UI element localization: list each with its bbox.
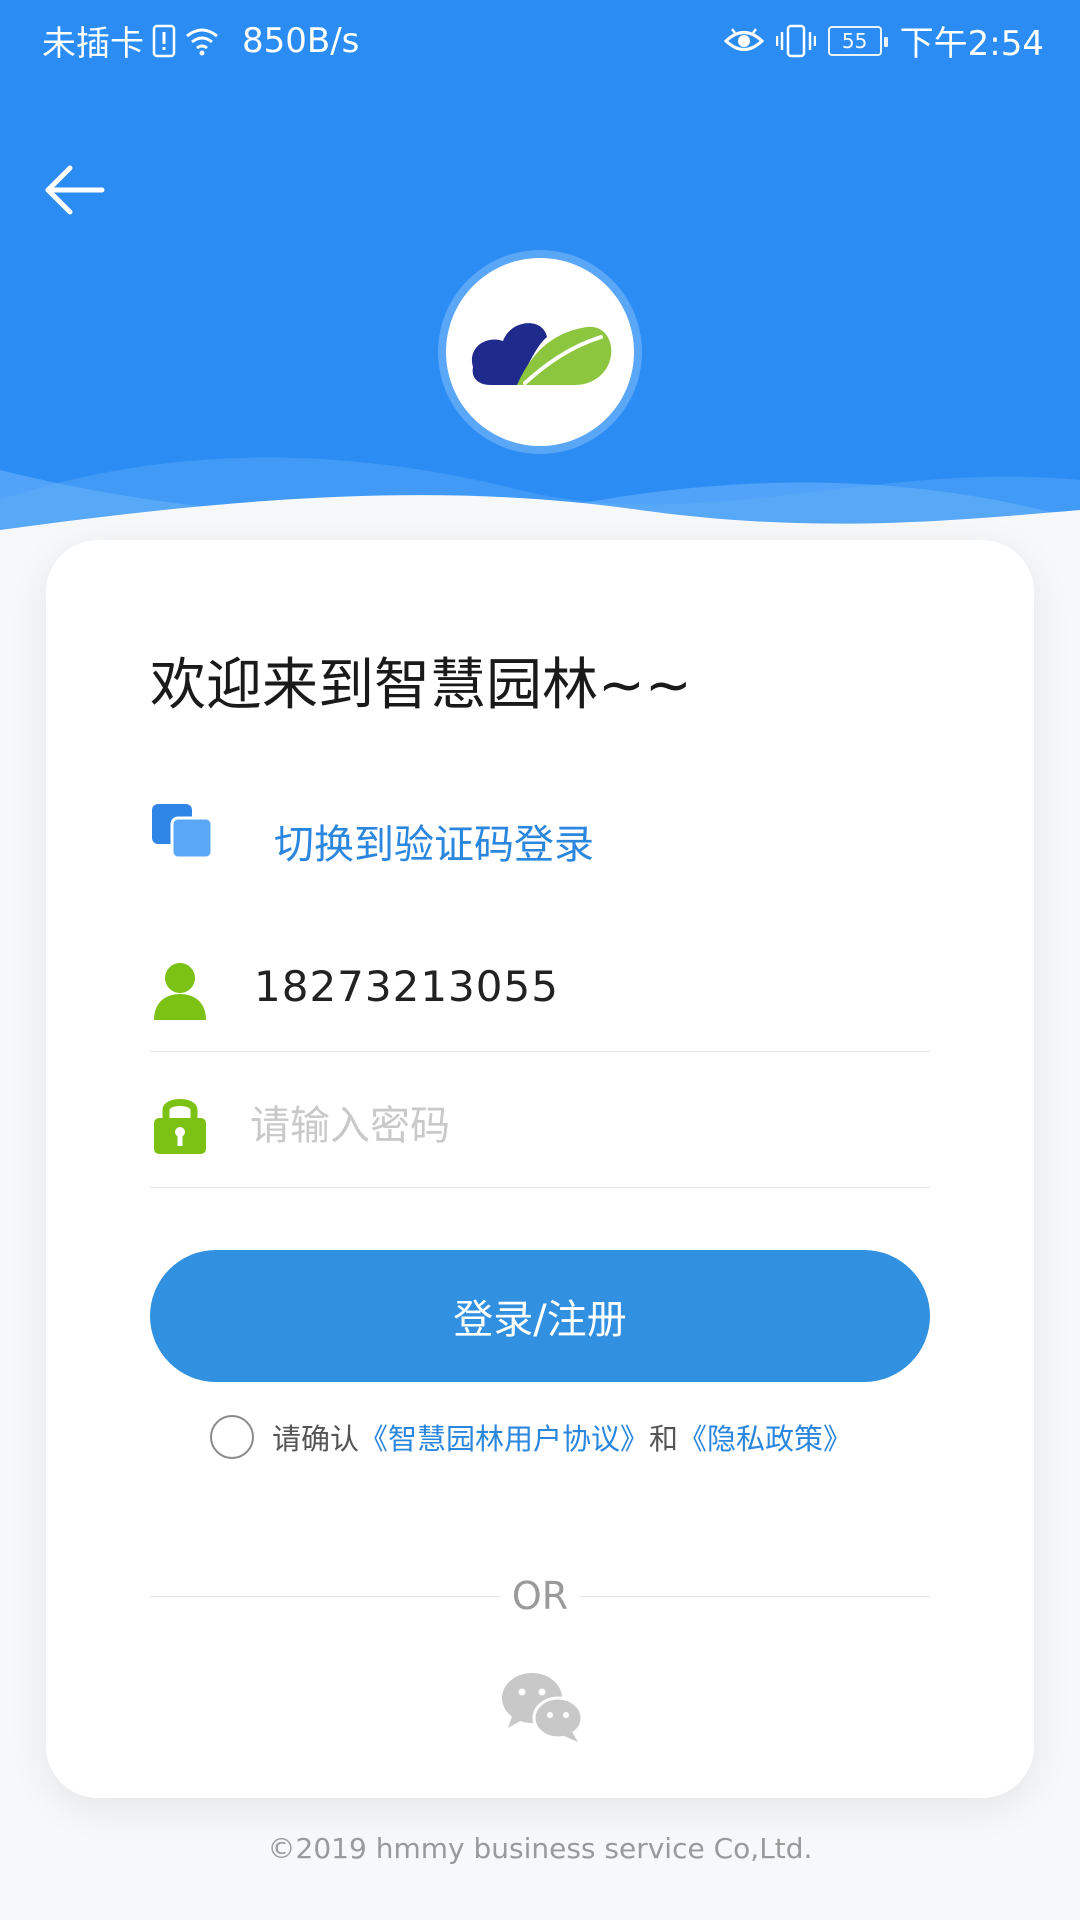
switch-login-label: 切换到验证码登录 [274, 822, 594, 868]
wechat-login-button[interactable] [500, 1670, 584, 1744]
sim-alert-icon [152, 24, 176, 58]
switch-login-icon [150, 802, 214, 864]
divider-line-right [580, 1596, 930, 1597]
login-card: 欢迎来到智慧园林~~ 切换到验证码登录 18273213055 登录/注册 请确… [46, 540, 1034, 1798]
copyright-footer: ©2019 hmmy business service Co,Ltd. [267, 1832, 813, 1865]
wechat-icon [502, 1673, 584, 1742]
password-field[interactable] [150, 1076, 930, 1188]
battery-icon: 55 [827, 25, 888, 56]
phone-value: 18273213055 [254, 962, 559, 1011]
or-divider: OR [150, 1574, 930, 1618]
clock-time: 下午2:54 [899, 24, 1044, 64]
phone-field[interactable]: 18273213055 [150, 940, 930, 1052]
cloud-leaf-logo [471, 323, 612, 385]
user-icon [152, 960, 208, 1026]
carrier-text: 未插卡 [42, 24, 144, 64]
lock-icon [152, 1092, 208, 1160]
agreement-row: 请确认 《智慧园林用户协议》 和 《隐私政策》 [210, 1412, 910, 1462]
eye-icon [723, 26, 764, 56]
password-input[interactable] [250, 1094, 890, 1158]
privacy-policy-link[interactable]: 《隐私政策》 [678, 1416, 852, 1458]
back-button[interactable] [42, 160, 106, 220]
arrow-left-icon [45, 165, 105, 215]
wifi-icon [184, 26, 220, 56]
status-bar: 未插卡 850B/s 55 下午2:54 [0, 0, 1080, 76]
app-logo [438, 250, 642, 454]
switch-to-code-login[interactable]: 切换到验证码登录 [150, 802, 750, 872]
agree-checkbox[interactable] [210, 1415, 254, 1459]
battery-level: 55 [841, 28, 868, 53]
welcome-title: 欢迎来到智慧园林~~ [150, 653, 692, 718]
agree-and: 和 [649, 1422, 679, 1456]
header-banner: 未插卡 850B/s 55 下午2:54 [0, 0, 1080, 600]
network-speed: 850B/s [242, 20, 360, 61]
vibrate-icon [775, 24, 816, 58]
agree-prefix: 请确认 [272, 1422, 360, 1456]
user-agreement-link[interactable]: 《智慧园林用户协议》 [359, 1416, 649, 1458]
login-register-button[interactable]: 登录/注册 [150, 1250, 930, 1382]
